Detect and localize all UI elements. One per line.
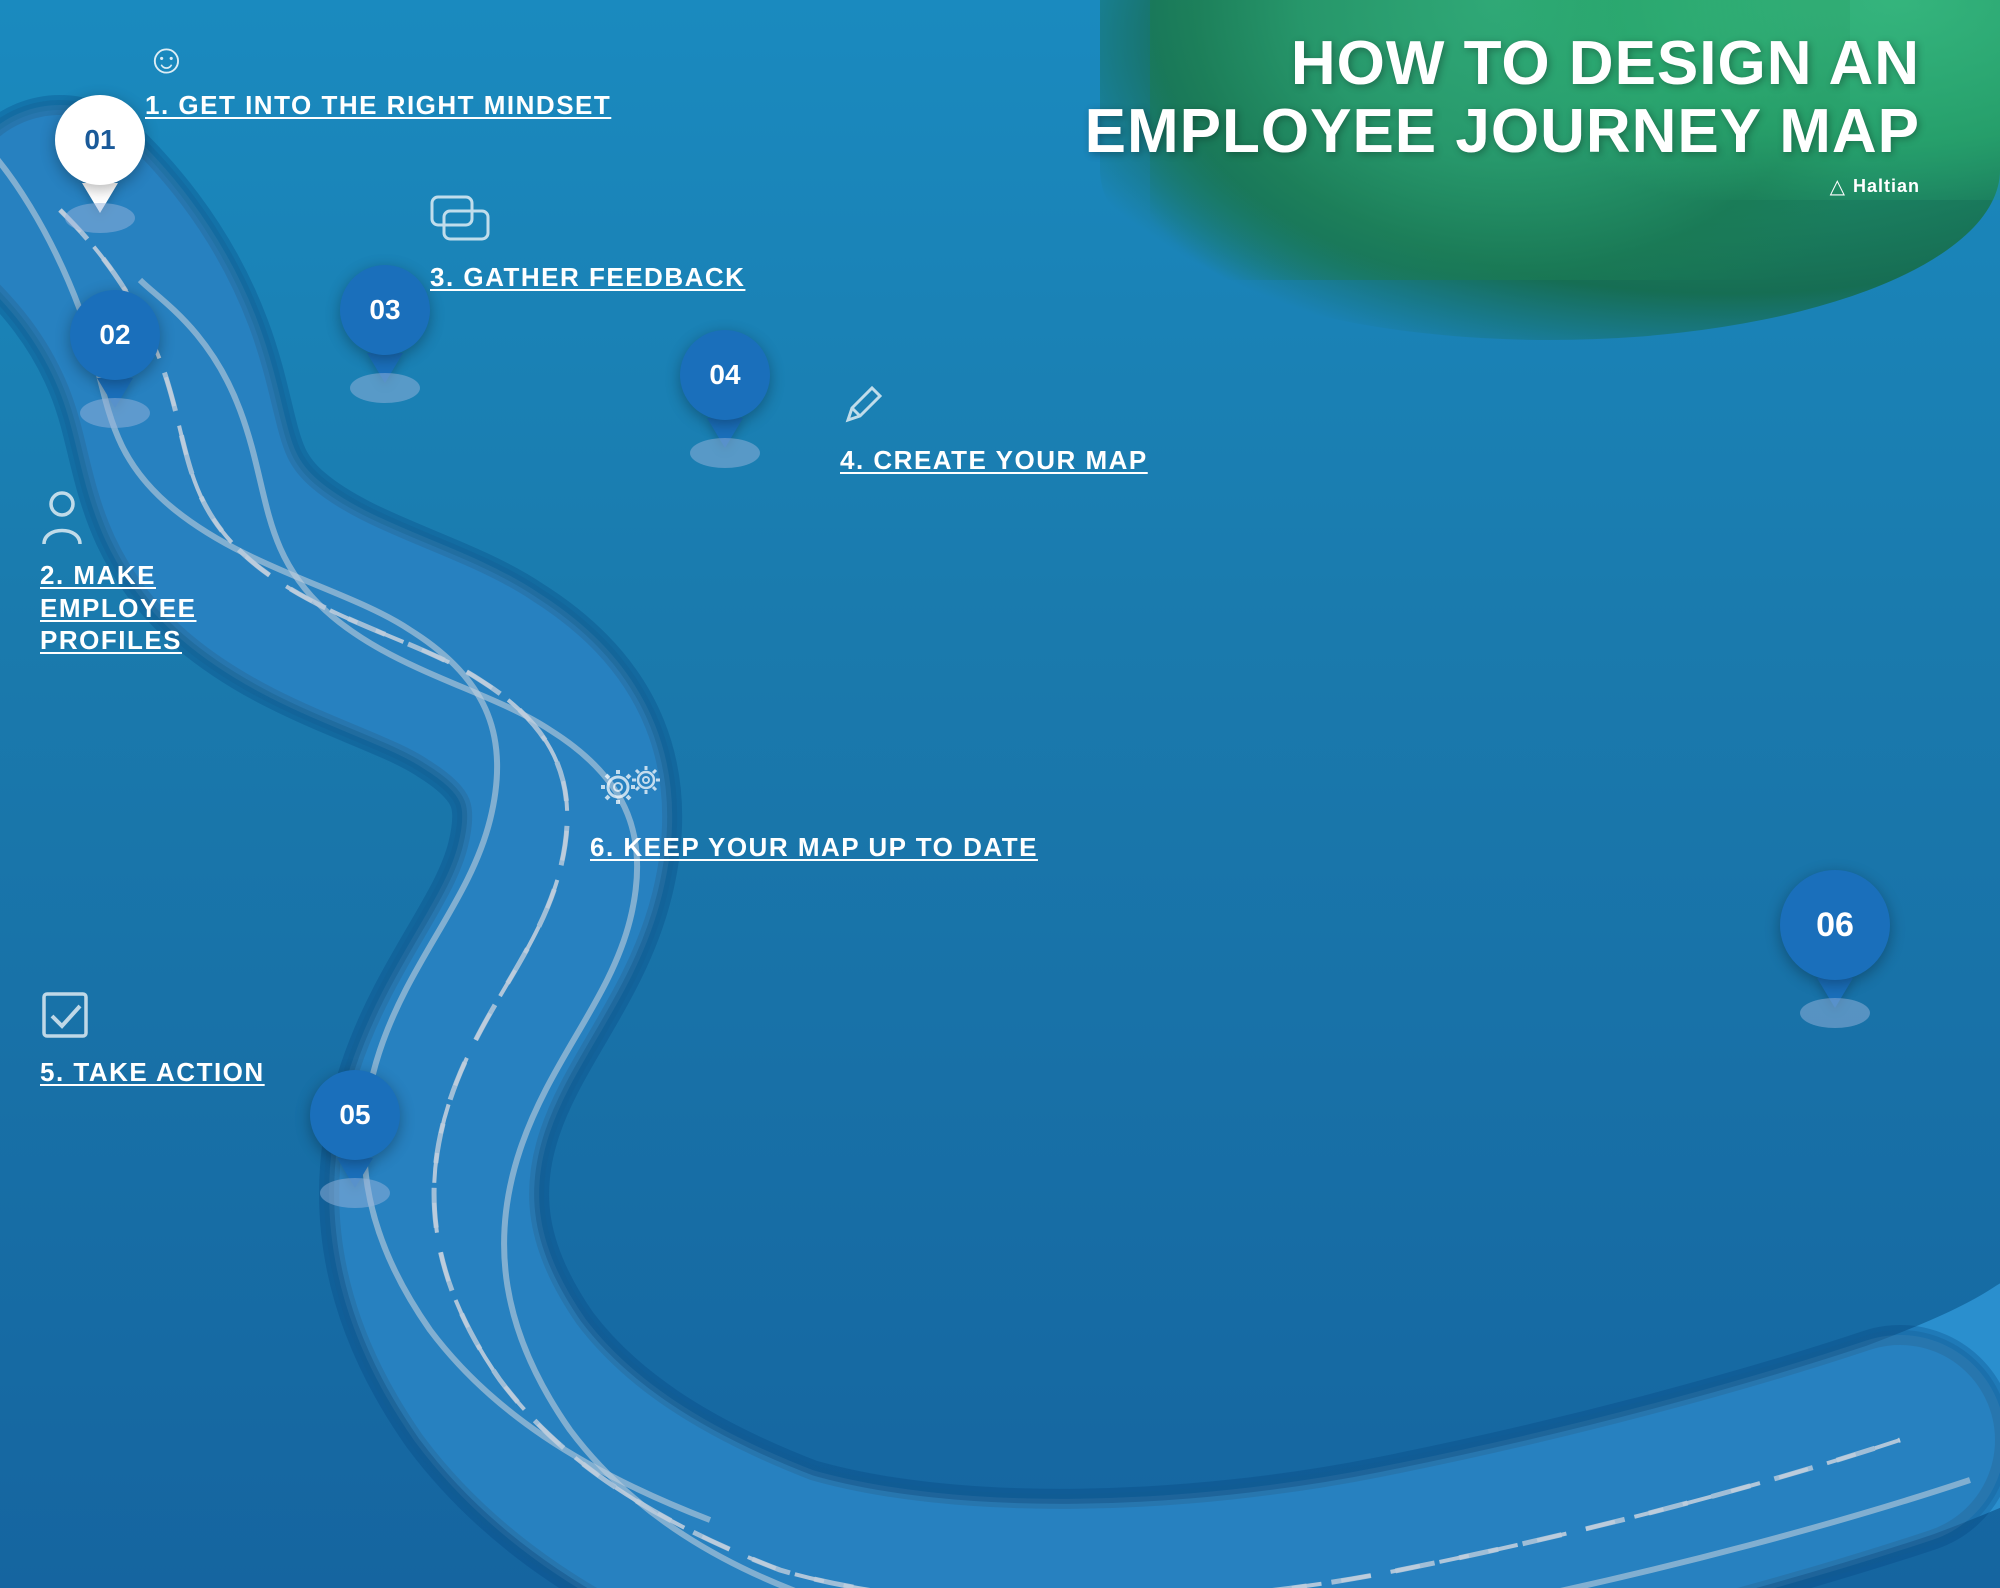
pin-02: 02 bbox=[70, 290, 160, 428]
step-6-label: 6. KEEP YOUR MAP UP TO DATE bbox=[590, 760, 1038, 864]
pin-04-circle: 04 bbox=[680, 330, 770, 420]
pin-06-shadow bbox=[1800, 998, 1870, 1028]
chat-icon bbox=[430, 195, 745, 255]
brand-name: Haltian bbox=[1853, 176, 1920, 197]
pencil-icon bbox=[840, 380, 1148, 438]
pin-02-circle: 02 bbox=[70, 290, 160, 380]
pin-06: 06 bbox=[1780, 870, 1890, 1028]
pin-04: 04 bbox=[680, 330, 770, 468]
step-1-label: ☺ 1. GET INTO THE RIGHT MINDSET bbox=[145, 35, 611, 122]
pin-05: 05 bbox=[310, 1070, 400, 1208]
pin-06-circle: 06 bbox=[1780, 870, 1890, 980]
brand-block: △ Haltian bbox=[1085, 174, 1920, 199]
step-4-label: 4. CREATE YOUR MAP bbox=[840, 380, 1148, 477]
step-5-label: 5. TAKE ACTION bbox=[40, 990, 265, 1089]
brand-icon: △ bbox=[1830, 174, 1845, 199]
step-2-label: 2. MAKE EMPLOYEE PROFILES bbox=[40, 490, 320, 657]
canvas: HOW TO DESIGN AN EMPLOYEE JOURNEY MAP △ … bbox=[0, 0, 2000, 1588]
step-4-text: 4. CREATE YOUR MAP bbox=[840, 444, 1148, 477]
person-icon bbox=[40, 490, 320, 553]
smiley-icon: ☺ bbox=[145, 35, 611, 83]
pin-01-shadow bbox=[65, 203, 135, 233]
step-3-label: 3. GATHER FEEDBACK bbox=[430, 195, 745, 294]
gears-icon bbox=[590, 760, 1038, 825]
title-block: HOW TO DESIGN AN EMPLOYEE JOURNEY MAP △ … bbox=[1085, 30, 1920, 199]
pin-05-circle: 05 bbox=[310, 1070, 400, 1160]
pin-03-shadow bbox=[350, 373, 420, 403]
pin-03-circle: 03 bbox=[340, 265, 430, 355]
step-1-text: 1. GET INTO THE RIGHT MINDSET bbox=[145, 89, 611, 122]
step-6-text: 6. KEEP YOUR MAP UP TO DATE bbox=[590, 831, 1038, 864]
pin-04-shadow bbox=[690, 438, 760, 468]
pin-01-circle: 01 bbox=[55, 95, 145, 185]
step-3-text: 3. GATHER FEEDBACK bbox=[430, 261, 745, 294]
title-text: HOW TO DESIGN AN EMPLOYEE JOURNEY MAP bbox=[1085, 30, 1920, 166]
step-2-text: 2. MAKE EMPLOYEE PROFILES bbox=[40, 559, 320, 657]
pin-05-shadow bbox=[320, 1178, 390, 1208]
pin-03: 03 bbox=[340, 265, 430, 403]
pin-02-shadow bbox=[80, 398, 150, 428]
step-5-text: 5. TAKE ACTION bbox=[40, 1056, 265, 1089]
checkbox-icon bbox=[40, 990, 265, 1050]
pin-01: 01 bbox=[55, 95, 145, 233]
